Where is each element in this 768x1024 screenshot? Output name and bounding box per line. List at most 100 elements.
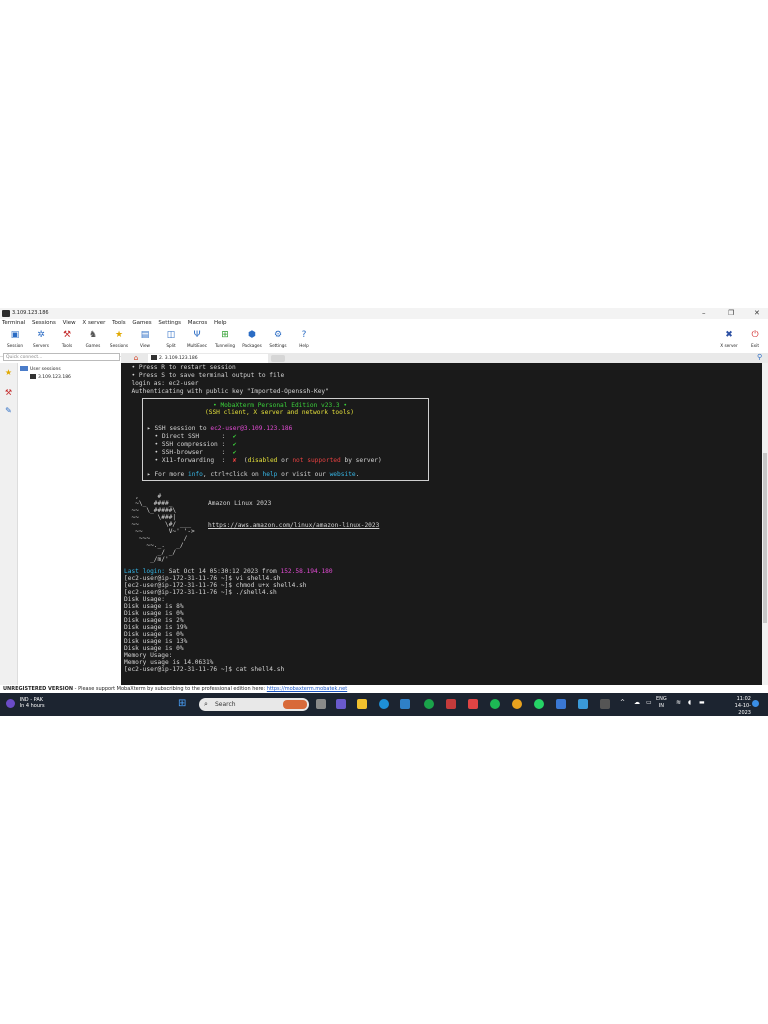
tools-icon[interactable]: ⚒ bbox=[4, 388, 13, 397]
banner-title: • MobaXterm Personal Edition v23.3 • bbox=[213, 402, 348, 409]
app-icon[interactable] bbox=[556, 699, 566, 709]
home-tab-icon[interactable]: ⌂ bbox=[127, 354, 145, 363]
task-view-icon[interactable] bbox=[316, 699, 326, 709]
app-icon[interactable] bbox=[578, 699, 588, 709]
terminal-scrollbar[interactable] bbox=[762, 363, 768, 685]
x-server-label: X server bbox=[720, 343, 738, 348]
wifi-icon[interactable]: ≋ bbox=[676, 699, 681, 706]
settings-button[interactable]: ⚙ Settings bbox=[265, 330, 291, 348]
sessions-label: Sessions bbox=[109, 343, 129, 348]
help-button[interactable]: ? Help bbox=[291, 330, 317, 348]
sessions-button[interactable]: ★ Sessions bbox=[106, 330, 132, 348]
exit-label: Exit bbox=[751, 343, 759, 348]
saved-session-item[interactable]: 3.109.123.186 bbox=[30, 374, 71, 380]
games-button[interactable]: ♞ Games bbox=[80, 330, 106, 348]
servers-button[interactable]: ✲ Servers bbox=[28, 330, 54, 348]
terminal-area[interactable]: • Press R to restart session • Press S t… bbox=[121, 363, 762, 685]
menu-terminal[interactable]: Terminal bbox=[2, 319, 25, 328]
x-server-button[interactable]: ✖ X server bbox=[716, 330, 742, 348]
check-icon: ✔ bbox=[232, 433, 237, 440]
menu-games[interactable]: Games bbox=[132, 319, 151, 328]
taskbar-search[interactable]: ⌕ Search bbox=[199, 698, 309, 711]
feature-line: • Direct SSH : ✔ bbox=[147, 433, 236, 440]
attach-icon[interactable]: ⚲ bbox=[757, 353, 762, 361]
feature-label: • SSH compression : bbox=[147, 441, 226, 448]
menu-x-server[interactable]: X server bbox=[82, 319, 105, 328]
cloud-icon[interactable]: ☁ bbox=[634, 699, 640, 706]
language-indicator[interactable]: ENG IN bbox=[656, 696, 667, 710]
notification-icon[interactable] bbox=[752, 700, 759, 707]
system-clock[interactable]: 11:02 14-10-2023 bbox=[727, 696, 751, 716]
more-info-line: ▸ For more info, ctrl+click on help or v… bbox=[147, 471, 359, 478]
app-icon[interactable] bbox=[468, 699, 478, 709]
packages-label: Packages bbox=[242, 343, 262, 348]
view-icon: ▤ bbox=[140, 330, 150, 340]
minimize-button[interactable]: – bbox=[702, 309, 706, 317]
help-label: Help bbox=[299, 343, 309, 348]
exit-button[interactable]: ⏻ Exit bbox=[742, 330, 768, 348]
menu-help[interactable]: Help bbox=[214, 319, 227, 328]
app-icon[interactable] bbox=[424, 699, 434, 709]
tools-button[interactable]: ⚒ Tools bbox=[54, 330, 80, 348]
teams-icon[interactable] bbox=[336, 699, 346, 709]
ascii-art-line: ~~ \_#####\ bbox=[124, 507, 177, 514]
session-label: Session bbox=[7, 343, 23, 348]
session-button[interactable]: ▣ Session bbox=[2, 330, 28, 348]
quick-connect-input[interactable]: Quick connect... bbox=[3, 353, 120, 361]
subscribe-link[interactable]: https://mobaxterm.mobatek.net bbox=[267, 686, 347, 692]
monitor-icon: ▣ bbox=[10, 330, 20, 340]
terminal-line: login as: ec2-user bbox=[124, 380, 199, 387]
output-line: Disk usage is 8% bbox=[124, 603, 184, 610]
tray-chevron-icon[interactable]: ^ bbox=[620, 699, 625, 706]
info-link[interactable]: info bbox=[188, 471, 203, 478]
menu-settings[interactable]: Settings bbox=[158, 319, 181, 328]
help-link[interactable]: help bbox=[263, 471, 278, 478]
store-icon[interactable] bbox=[400, 699, 410, 709]
cricket-icon bbox=[6, 698, 15, 708]
menu-macros[interactable]: Macros bbox=[188, 319, 208, 328]
os-url[interactable]: https://aws.amazon.com/linux/amazon-linu… bbox=[208, 522, 379, 529]
menu-sessions[interactable]: Sessions bbox=[32, 319, 56, 328]
output-line: Disk usage is 0% bbox=[124, 631, 184, 638]
packages-button[interactable]: ⬢ Packages bbox=[239, 330, 265, 348]
mcafee-icon[interactable] bbox=[446, 699, 456, 709]
macro-icon[interactable]: ✎ bbox=[4, 406, 13, 415]
battery-icon[interactable]: ▭ bbox=[646, 699, 652, 706]
split-button[interactable]: ◫ Split bbox=[158, 330, 184, 348]
windows-start-icon[interactable]: ⊞ bbox=[178, 699, 186, 709]
user-sessions-folder[interactable]: User sessions bbox=[20, 366, 61, 372]
star-icon[interactable]: ★ bbox=[4, 368, 13, 377]
tunneling-label: Tunneling bbox=[214, 343, 236, 348]
view-button[interactable]: ▤ View bbox=[132, 330, 158, 348]
new-tab-button[interactable] bbox=[271, 355, 285, 362]
menu-tools[interactable]: Tools bbox=[112, 319, 126, 328]
last-login-line: Last login: Sat Oct 14 05:30:12 2023 fro… bbox=[124, 568, 333, 575]
terminal-icon bbox=[151, 355, 157, 360]
split-icon: ◫ bbox=[166, 330, 176, 340]
ascii-art-line: ~~~ / bbox=[124, 535, 188, 542]
volume-icon[interactable]: ◖ bbox=[688, 699, 691, 706]
last-login-ip: 152.58.194.180 bbox=[280, 568, 333, 575]
close-button[interactable]: ✕ bbox=[754, 309, 760, 317]
edge-icon[interactable] bbox=[379, 699, 389, 709]
last-login-text: Sat Oct 14 05:30:12 2023 from bbox=[164, 568, 281, 575]
file-explorer-icon[interactable] bbox=[357, 699, 367, 709]
tab-session[interactable]: 2. 3.109.123.186 bbox=[148, 354, 268, 363]
menu-view[interactable]: View bbox=[63, 319, 76, 328]
tunneling-button[interactable]: ⊞ Tunneling bbox=[212, 330, 238, 348]
whatsapp-icon[interactable] bbox=[534, 699, 544, 709]
window-title: 3.109.123.186 bbox=[12, 310, 49, 316]
info-text: . bbox=[355, 471, 360, 478]
unregistered-label: UNREGISTERED VERSION bbox=[3, 686, 74, 692]
battery-status-icon[interactable]: ▬ bbox=[699, 699, 705, 706]
scrollbar-thumb[interactable] bbox=[763, 453, 767, 623]
mobaxterm-taskbar-icon[interactable] bbox=[600, 699, 610, 709]
clock-date: 14-10-2023 bbox=[734, 703, 751, 716]
spotify-icon[interactable] bbox=[490, 699, 500, 709]
multiexec-button[interactable]: Ψ MultiExec bbox=[184, 330, 210, 348]
website-link[interactable]: website bbox=[330, 471, 356, 478]
maximize-button[interactable]: ❐ bbox=[728, 309, 734, 317]
ascii-art-line: ~~ \###| bbox=[124, 514, 177, 521]
news-widget[interactable]: IND - PAK In 4 hours bbox=[6, 697, 45, 709]
chrome-icon[interactable] bbox=[512, 699, 522, 709]
